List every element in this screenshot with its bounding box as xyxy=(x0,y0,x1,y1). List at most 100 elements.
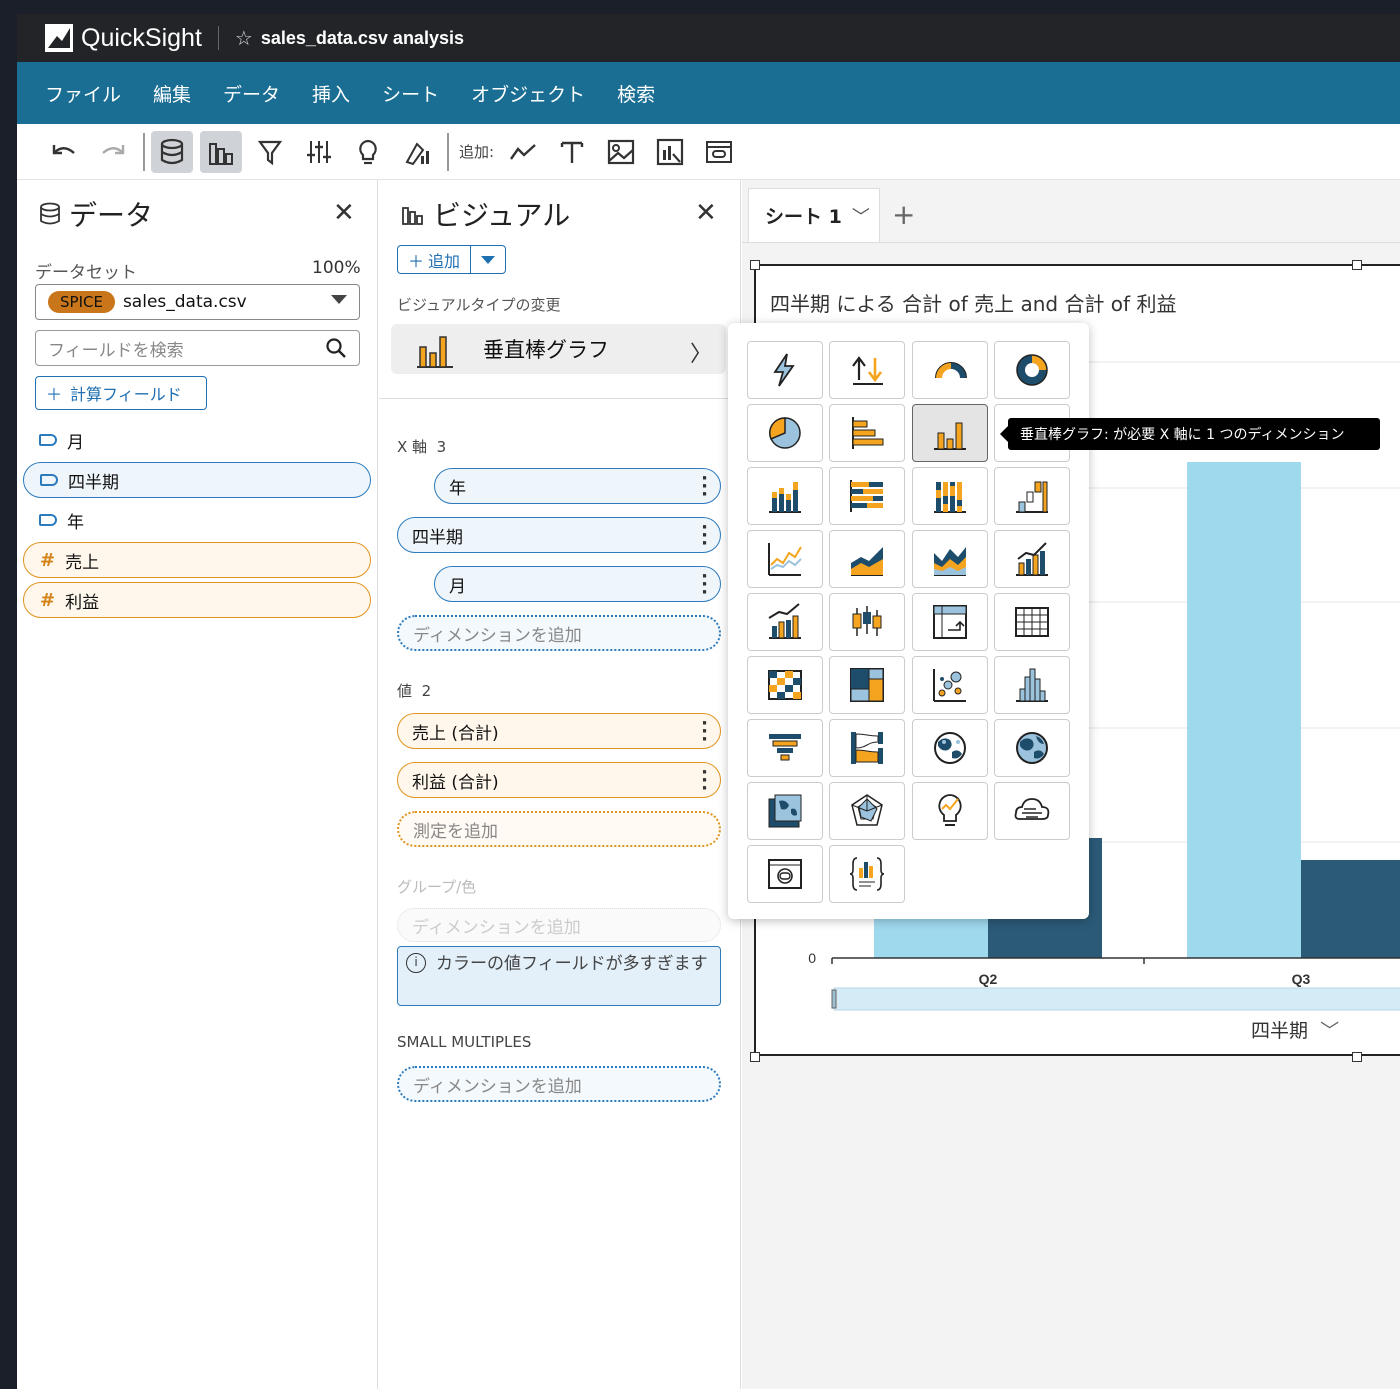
analysis-name[interactable]: sales_data.csv analysis xyxy=(261,28,464,49)
chart-type-tile[interactable] xyxy=(747,404,823,462)
chart-type-tile[interactable] xyxy=(994,593,1070,651)
redo-button[interactable] xyxy=(92,131,134,173)
chart-type-tile[interactable] xyxy=(829,593,905,651)
themes-button[interactable] xyxy=(396,131,438,173)
menu-sheet[interactable]: シート xyxy=(382,80,439,107)
chart-type-tile[interactable] xyxy=(829,656,905,714)
pivot-table-icon xyxy=(933,605,967,639)
line-bar-combo-icon xyxy=(1016,542,1048,576)
visual-panel-toggle[interactable] xyxy=(200,130,242,173)
box-plot-icon xyxy=(852,606,882,636)
add-sheet-icon[interactable]: + xyxy=(892,198,915,231)
menu-data[interactable]: データ xyxy=(223,80,280,107)
menu-file[interactable]: ファイル xyxy=(45,80,121,107)
sankey-icon xyxy=(851,732,883,764)
add-calculated-field-button[interactable]: ＋ 計算フィールド xyxy=(35,376,207,410)
add-insight-button[interactable] xyxy=(649,131,691,173)
chart-type-tile[interactable] xyxy=(747,467,823,525)
kebab-menu-icon[interactable]: · · · xyxy=(701,519,708,553)
field-item-profit[interactable]: # 利益 xyxy=(23,582,371,618)
chart-type-tile[interactable] xyxy=(747,782,823,840)
add-text-button[interactable] xyxy=(551,131,593,173)
chart-type-tile[interactable] xyxy=(912,530,988,588)
chart-type-tile[interactable] xyxy=(994,719,1070,777)
data-panel-toggle[interactable] xyxy=(151,130,193,173)
add-measure-dropzone[interactable]: 測定を追加 xyxy=(397,811,721,847)
field-item-month[interactable]: 月 xyxy=(23,422,371,458)
chart-type-tile[interactable] xyxy=(747,530,823,588)
add-visual-button[interactable] xyxy=(502,131,544,173)
chart-type-tile[interactable] xyxy=(829,530,905,588)
chart-type-tile[interactable] xyxy=(912,782,988,840)
close-icon[interactable]: ✕ xyxy=(333,198,355,228)
field-item-sales[interactable]: # 売上 xyxy=(23,542,371,578)
donut-icon xyxy=(1016,354,1048,386)
dropzone-label: 測定を追加 xyxy=(413,821,498,842)
data-panel: データ ✕ データセット 100% SPICE sales_data.csv フ… xyxy=(17,180,378,1389)
menu-edit[interactable]: 編集 xyxy=(153,80,191,107)
star-icon[interactable]: ☆ xyxy=(235,26,253,50)
chart-type-tile[interactable] xyxy=(747,719,823,777)
filter-button[interactable] xyxy=(249,131,291,173)
chart-type-tile[interactable] xyxy=(747,341,823,399)
add-dimension-dropzone[interactable]: ディメンションを追加 xyxy=(397,615,721,651)
dataset-select[interactable]: SPICE sales_data.csv xyxy=(35,284,360,320)
field-search-input[interactable]: フィールドを検索 xyxy=(35,330,360,366)
quicksight-logo[interactable]: QuickSight xyxy=(45,24,202,53)
sheet-tab[interactable]: シート 1 ﹀ xyxy=(748,188,880,242)
x-field-pill-month[interactable]: 月 · · · xyxy=(434,566,721,602)
insight-icon xyxy=(938,794,962,826)
menu-object[interactable]: オブジェクト xyxy=(471,80,585,107)
field-item-quarter[interactable]: 四半期 xyxy=(23,462,371,498)
dataset-name: sales_data.csv xyxy=(122,292,247,312)
chart-type-tile[interactable] xyxy=(994,467,1070,525)
undo-button[interactable] xyxy=(43,131,85,173)
chart-type-tile[interactable] xyxy=(912,656,988,714)
kpi-icon xyxy=(773,353,795,387)
add-embed-button[interactable] xyxy=(698,131,740,173)
waterfall-icon xyxy=(1016,481,1048,513)
chart-type-tile[interactable] xyxy=(747,656,823,714)
chart-type-tile[interactable] xyxy=(912,593,988,651)
x-field-pill-year[interactable]: 年 · · · xyxy=(434,468,721,504)
visual-type-select[interactable]: 垂直棒グラフ 〉 xyxy=(391,324,726,374)
properties-button[interactable] xyxy=(298,131,340,173)
kebab-menu-icon[interactable]: · · · xyxy=(701,568,708,602)
field-item-year[interactable]: 年 xyxy=(23,502,371,538)
x-field-pill-quarter[interactable]: 四半期 · · · xyxy=(397,517,721,553)
menu-search[interactable]: 検索 xyxy=(617,80,655,107)
small-multiples-dropzone[interactable]: ディメンションを追加 xyxy=(397,1066,721,1102)
add-visual-button[interactable]: ＋ 追加 xyxy=(398,246,472,273)
chart-type-tile[interactable] xyxy=(912,467,988,525)
menu-insert[interactable]: 挿入 xyxy=(312,80,350,107)
chart-type-tile[interactable] xyxy=(994,656,1070,714)
chart-type-tile[interactable] xyxy=(829,341,905,399)
chart-type-tile[interactable] xyxy=(829,467,905,525)
add-image-button[interactable] xyxy=(600,131,642,173)
kebab-menu-icon[interactable]: · · · xyxy=(701,715,708,749)
chart-type-tile[interactable] xyxy=(994,341,1070,399)
title-divider xyxy=(217,26,219,50)
close-icon[interactable]: ✕ xyxy=(695,198,717,228)
chart-type-tile[interactable] xyxy=(747,593,823,651)
chart-type-tile[interactable] xyxy=(829,782,905,840)
chart-type-tile[interactable] xyxy=(829,845,905,903)
chart-type-tile[interactable] xyxy=(912,719,988,777)
chevron-right-icon: 〉 xyxy=(689,342,712,367)
chart-type-tile[interactable] xyxy=(829,404,905,462)
value-pill-profit[interactable]: 利益 (合計) · · · xyxy=(397,762,721,798)
chevron-down-icon[interactable]: ﹀ xyxy=(852,203,870,229)
chart-type-tile[interactable] xyxy=(912,404,988,462)
value-pill-sales[interactable]: 売上 (合計) · · · xyxy=(397,713,721,749)
x-axis-title[interactable]: 四半期 ﹀ xyxy=(1251,1016,1339,1043)
insights-button[interactable] xyxy=(347,131,389,173)
chart-type-tile[interactable] xyxy=(994,782,1070,840)
chart-type-tile[interactable] xyxy=(747,845,823,903)
pill-label: 年 xyxy=(449,478,466,499)
add-dropdown-button[interactable] xyxy=(471,246,505,273)
chart-type-tile[interactable] xyxy=(829,719,905,777)
chart-type-tile[interactable] xyxy=(912,341,988,399)
kebab-menu-icon[interactable]: · · · xyxy=(701,470,708,504)
kebab-menu-icon[interactable]: · · · xyxy=(701,764,708,798)
chart-type-tile[interactable] xyxy=(994,530,1070,588)
